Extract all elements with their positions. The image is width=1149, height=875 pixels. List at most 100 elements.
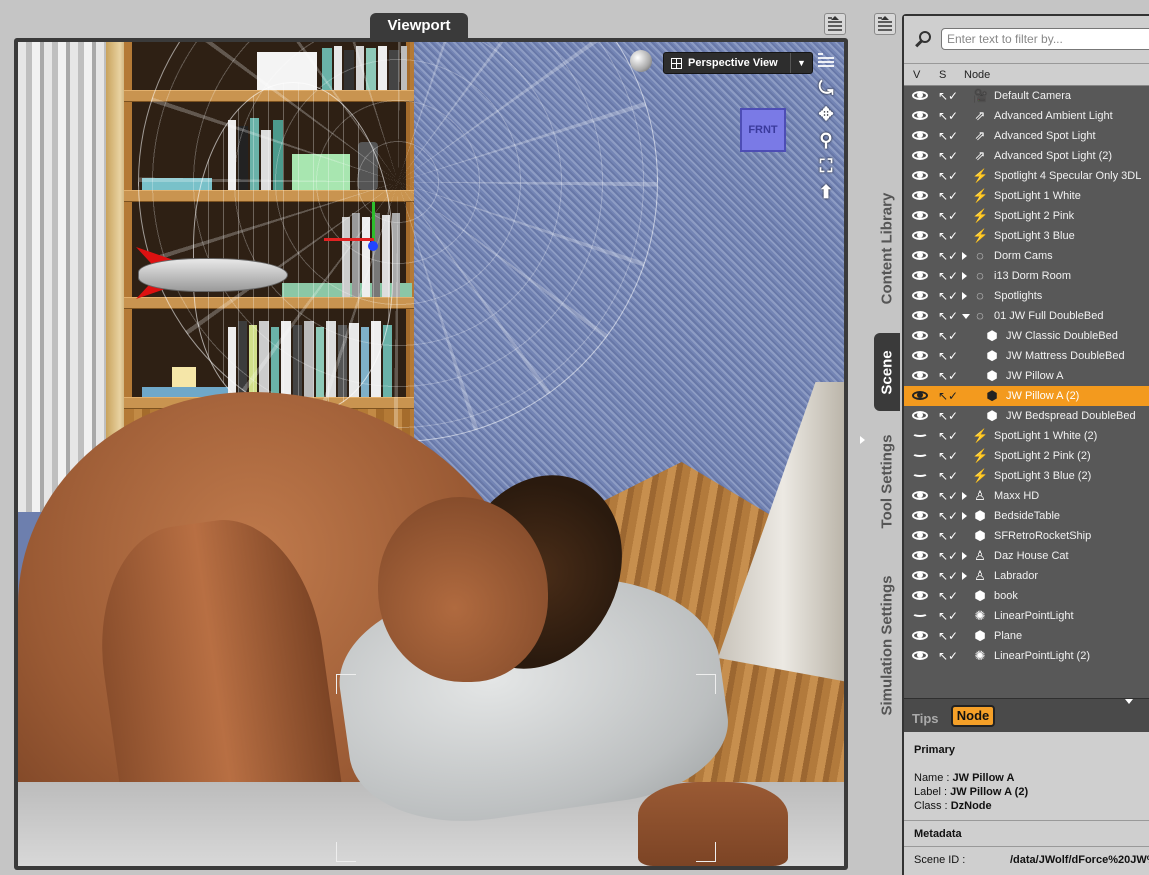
column-visible[interactable]: V — [913, 69, 920, 81]
eye-closed-icon[interactable] — [911, 430, 929, 441]
selectable-cursor-icon[interactable]: ↖✓ — [938, 408, 958, 424]
filter-input[interactable] — [941, 28, 1149, 50]
scene-node-row[interactable]: ↖✓ ⚡ SpotLight 1 White (2) — [904, 426, 1149, 446]
scene-node-row[interactable]: ↖✓ ♙ Maxx HD — [904, 486, 1149, 506]
frame-selection-icon[interactable]: ⛶ — [814, 154, 838, 178]
chevron-right-icon[interactable] — [962, 272, 967, 280]
tab-tool-settings[interactable]: Tool Settings — [874, 424, 900, 539]
camera-up-icon[interactable]: ⬆ — [814, 180, 838, 204]
scene-node-row[interactable]: ↖✓ ⬢ Plane — [904, 626, 1149, 646]
selectable-cursor-icon[interactable]: ↖✓ — [938, 488, 958, 504]
eye-icon[interactable] — [911, 190, 929, 201]
scene-node-row[interactable]: ↖✓ ⚡ SpotLight 1 White — [904, 186, 1149, 206]
column-node[interactable]: Node — [964, 69, 990, 81]
eye-icon[interactable] — [911, 270, 929, 281]
scene-node-row[interactable]: ↖✓ ⚡ SpotLight 2 Pink — [904, 206, 1149, 226]
selectable-cursor-icon[interactable]: ↖✓ — [938, 328, 958, 344]
pan-camera-icon[interactable]: ✥ — [814, 102, 838, 126]
tab-content-library[interactable]: Content Library — [874, 178, 900, 318]
eye-icon[interactable] — [911, 250, 929, 261]
selectable-cursor-icon[interactable]: ↖✓ — [938, 468, 958, 484]
eye-icon[interactable] — [911, 150, 929, 161]
selectable-cursor-icon[interactable]: ↖✓ — [938, 508, 958, 524]
selectable-cursor-icon[interactable]: ↖✓ — [938, 108, 958, 124]
selectable-cursor-icon[interactable]: ↖✓ — [938, 308, 958, 324]
gizmo-z-axis[interactable] — [368, 241, 378, 251]
eye-icon[interactable] — [911, 490, 929, 501]
eye-icon[interactable] — [911, 110, 929, 121]
chevron-down-icon[interactable] — [962, 314, 970, 319]
scene-node-row[interactable]: ↖✓ ⬢ book — [904, 586, 1149, 606]
selectable-cursor-icon[interactable]: ↖✓ — [938, 648, 958, 664]
chevron-right-icon[interactable] — [962, 252, 967, 260]
scene-node-row[interactable]: ↖✓ ⬢ SFRetroRocketShip — [904, 526, 1149, 546]
eye-icon[interactable] — [911, 210, 929, 221]
scene-node-row[interactable]: ↖✓ ⇗ Advanced Spot Light — [904, 126, 1149, 146]
zoom-camera-icon[interactable]: ⚲ — [814, 128, 838, 152]
column-selectable[interactable]: S — [939, 69, 946, 81]
eye-icon[interactable] — [911, 550, 929, 561]
selectable-cursor-icon[interactable]: ↖✓ — [938, 188, 958, 204]
selectable-cursor-icon[interactable]: ↖✓ — [938, 608, 958, 624]
scene-node-row[interactable]: ↖✓ ✺ LinearPointLight — [904, 606, 1149, 626]
selectable-cursor-icon[interactable]: ↖✓ — [938, 128, 958, 144]
selectable-cursor-icon[interactable]: ↖✓ — [938, 228, 958, 244]
eye-icon[interactable] — [911, 350, 929, 361]
scene-node-row[interactable]: ↖✓ ◌ Dorm Cams — [904, 246, 1149, 266]
eye-icon[interactable] — [911, 590, 929, 601]
selectable-cursor-icon[interactable]: ↖✓ — [938, 588, 958, 604]
view-selector-dropdown[interactable]: Perspective View ▼ — [663, 52, 813, 74]
scene-node-row[interactable]: ↖✓ ✺ LinearPointLight (2) — [904, 646, 1149, 666]
selectable-cursor-icon[interactable]: ↖✓ — [938, 628, 958, 644]
3d-viewport-canvas[interactable]: Perspective View ▼ ⤿ ✥ ⚲ ⛶ ⬆ FRNT — [18, 42, 844, 866]
search-icon[interactable] — [914, 30, 934, 50]
eye-icon[interactable] — [911, 410, 929, 421]
orbit-camera-icon[interactable]: ⤿ — [814, 76, 838, 100]
chevron-right-icon[interactable] — [860, 436, 865, 444]
eye-icon[interactable] — [911, 650, 929, 661]
eye-icon[interactable] — [911, 530, 929, 541]
chevron-right-icon[interactable] — [962, 292, 967, 300]
scene-node-row[interactable]: ↖✓ ⬢ JW Mattress DoubleBed — [904, 346, 1149, 366]
scene-node-row[interactable]: ↖✓ ⚡ SpotLight 3 Blue (2) — [904, 466, 1149, 486]
scene-node-row[interactable]: ↖✓ ⬢ JW Pillow A — [904, 366, 1149, 386]
tab-scene[interactable]: Scene — [874, 333, 900, 411]
eye-closed-icon[interactable] — [911, 470, 929, 481]
eye-icon[interactable] — [911, 370, 929, 381]
selectable-cursor-icon[interactable]: ↖✓ — [938, 568, 958, 584]
chevron-right-icon[interactable] — [962, 492, 967, 500]
eye-icon[interactable] — [911, 130, 929, 141]
scene-node-row[interactable]: ↖✓ ⇗ Advanced Ambient Light — [904, 106, 1149, 126]
view-cube[interactable]: FRNT — [740, 108, 786, 152]
selectable-cursor-icon[interactable]: ↖✓ — [938, 268, 958, 284]
eye-icon[interactable] — [911, 310, 929, 321]
scene-node-row[interactable]: ↖✓ ◌ i13 Dorm Room — [904, 266, 1149, 286]
eye-icon[interactable] — [911, 170, 929, 181]
scene-node-row[interactable]: ↖✓ ⚡ Spotlight 4 Specular Only 3DL — [904, 166, 1149, 186]
eye-icon[interactable] — [911, 330, 929, 341]
selectable-cursor-icon[interactable]: ↖✓ — [938, 528, 958, 544]
eye-icon[interactable] — [911, 390, 929, 401]
gizmo-x-axis[interactable] — [324, 238, 374, 241]
eye-icon[interactable] — [911, 230, 929, 241]
selectable-cursor-icon[interactable]: ↖✓ — [938, 88, 958, 104]
pane-options-menu-icon[interactable] — [874, 13, 896, 35]
scene-node-row[interactable]: ↖✓ 🎥 Default Camera — [904, 86, 1149, 106]
tab-tips[interactable]: Tips — [912, 711, 939, 726]
scene-node-row[interactable]: ↖✓ ⇗ Advanced Spot Light (2) — [904, 146, 1149, 166]
chevron-down-icon[interactable]: ▼ — [790, 53, 812, 73]
tab-node[interactable]: Node — [951, 705, 995, 727]
chevron-right-icon[interactable] — [962, 552, 967, 560]
eye-icon[interactable] — [911, 90, 929, 101]
viewport-options-menu-icon[interactable] — [824, 13, 846, 35]
eye-icon[interactable] — [911, 630, 929, 641]
scene-node-row[interactable]: ↖✓ ⬢ JW Bedspread DoubleBed — [904, 406, 1149, 426]
selectable-cursor-icon[interactable]: ↖✓ — [938, 288, 958, 304]
scene-node-row[interactable]: ↖✓ ◌ Spotlights — [904, 286, 1149, 306]
eye-icon[interactable] — [911, 290, 929, 301]
scene-node-row[interactable]: ↖✓ ⚡ SpotLight 2 Pink (2) — [904, 446, 1149, 466]
scene-node-row[interactable]: ↖✓ ◌ 01 JW Full DoubleBed — [904, 306, 1149, 326]
viewport-tab[interactable]: Viewport — [370, 13, 468, 39]
eye-closed-icon[interactable] — [911, 610, 929, 621]
eye-icon[interactable] — [911, 510, 929, 521]
